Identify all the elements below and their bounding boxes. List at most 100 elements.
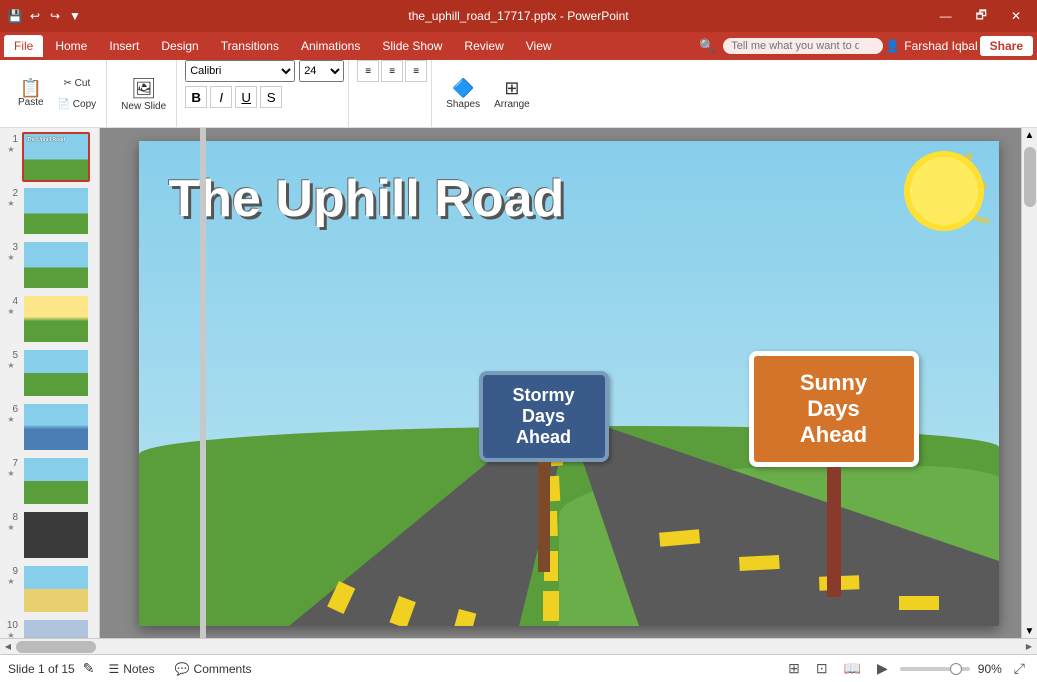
toolbar: 📋 Paste ✂ Cut 📄 Copy 🖼 New Slide Calibri… (0, 60, 1037, 128)
scroll-down-button[interactable]: ▼ (1023, 624, 1037, 638)
save-icon[interactable]: 💾 (8, 9, 22, 23)
scroll-right-button[interactable]: ▶ (1021, 639, 1037, 654)
minimize-button[interactable]: — (932, 7, 960, 25)
slide-thumbnail-3[interactable] (22, 240, 90, 290)
comments-icon: 💬 (175, 662, 190, 676)
search-input[interactable] (723, 38, 883, 54)
window-controls: — 🗗 ✕ (932, 4, 1029, 29)
title-bar: 💾 ↩ ↪ ▼ the_uphill_road_17717.pptx - Pow… (0, 0, 1037, 32)
ribbon-search-area: 🔍 (699, 38, 883, 54)
slide-thumbnail-8[interactable] (22, 510, 90, 560)
copy-button[interactable]: 📄 Copy (52, 95, 103, 114)
slide-number-1: 1 (4, 132, 18, 145)
notes-icon: ☰ (108, 662, 119, 676)
restore-button[interactable]: 🗗 (968, 4, 995, 29)
sunny-sign-pole (827, 467, 841, 597)
slide-thumb-1[interactable]: 1 ★ The Uphill Road (4, 132, 95, 182)
slide-thumbnail-7[interactable] (22, 456, 90, 506)
notes-label: Notes (123, 662, 154, 676)
italic-button[interactable]: I (210, 86, 232, 108)
strikethrough-button[interactable]: S (260, 86, 282, 108)
slide-thumbnail-5[interactable] (22, 348, 90, 398)
tab-transitions[interactable]: Transitions (211, 35, 289, 57)
vertical-scrollbar[interactable]: ▲ ▼ (1021, 128, 1037, 638)
toolbar-slides: 🖼 New Slide (111, 60, 177, 127)
sunny-sign: Sunny Days Ahead (749, 351, 919, 597)
bold-button[interactable]: B (185, 86, 207, 108)
slide-thumb-10[interactable]: 10 ★ (4, 618, 95, 638)
status-right: ⊞ ⊡ 📖 ▶ 90% ⤢ (784, 658, 1029, 679)
slide-thumb-3[interactable]: 3 ★ (4, 240, 95, 290)
font-size-select[interactable]: 24 (299, 60, 344, 82)
shapes-button[interactable]: 🔷 Shapes (440, 74, 486, 114)
comments-button[interactable]: 💬 Comments (169, 660, 258, 678)
slide-canvas[interactable]: Stormy Days Ahead Sunny Days Ahead The U… (139, 141, 999, 626)
underline-button[interactable]: U (235, 86, 257, 108)
undo-icon[interactable]: ↩ (28, 9, 42, 23)
slide-thumbnail-6[interactable] (22, 402, 90, 452)
new-slide-button[interactable]: 🖼 New Slide (115, 72, 172, 116)
cut-button[interactable]: ✂ Cut (52, 74, 103, 93)
tab-animations[interactable]: Animations (291, 35, 370, 57)
share-button[interactable]: Share (980, 36, 1033, 56)
scroll-left-button[interactable]: ◀ (0, 639, 16, 654)
tab-home[interactable]: Home (45, 35, 97, 57)
window-title: the_uphill_road_17717.pptx - PowerPoint (408, 9, 628, 23)
title-bar-left: 💾 ↩ ↪ ▼ (8, 9, 82, 23)
slide-thumb-6[interactable]: 6 ★ (4, 402, 95, 452)
tab-review[interactable]: Review (454, 35, 513, 57)
align-right-button[interactable]: ≡ (405, 60, 427, 82)
stormy-sign-pole (538, 462, 550, 572)
toolbar-drawing: 🔷 Shapes ⊞ Arrange (436, 60, 540, 127)
horizontal-scrollbar: ◀ ▶ (0, 638, 1037, 654)
customize-icon[interactable]: ▼ (68, 9, 82, 23)
slide-panel[interactable]: 1 ★ The Uphill Road 2 ★ 3 ★ (0, 128, 100, 638)
toolbar-clipboard: 📋 Paste ✂ Cut 📄 Copy (8, 60, 107, 127)
user-section[interactable]: 👤 Farshad Iqbal (885, 39, 977, 53)
toolbar-font: Calibri 24 B I U S (181, 60, 349, 127)
scroll-thumb[interactable] (1024, 147, 1036, 207)
slide-sorter-button[interactable]: ⊡ (812, 658, 832, 679)
tab-file[interactable]: File (4, 35, 43, 57)
tab-slideshow[interactable]: Slide Show (372, 35, 452, 57)
slide-count-label: Slide 1 of 15 (8, 662, 75, 676)
tab-view[interactable]: View (516, 35, 562, 57)
normal-view-button[interactable]: ⊞ (784, 658, 804, 679)
status-bar: Slide 1 of 15 ✎ ☰ Notes 💬 Comments ⊞ ⊡ 📖… (0, 654, 1037, 682)
fit-slide-button[interactable]: ⤢ (1010, 658, 1029, 679)
slide-thumbnail-4[interactable] (22, 294, 90, 344)
slide-thumb-2[interactable]: 2 ★ (4, 186, 95, 236)
slide-thumbnail-2[interactable] (22, 186, 90, 236)
font-family-select[interactable]: Calibri (185, 60, 295, 82)
zoom-thumb[interactable] (950, 663, 962, 675)
arrange-button[interactable]: ⊞ Arrange (488, 74, 536, 114)
close-button[interactable]: ✕ (1003, 7, 1029, 25)
tab-design[interactable]: Design (151, 35, 208, 57)
scroll-track-h (16, 639, 1021, 654)
scroll-up-button[interactable]: ▲ (1023, 128, 1037, 142)
reading-view-button[interactable]: 📖 (840, 658, 865, 679)
align-center-button[interactable]: ≡ (381, 60, 403, 82)
slide-thumbnail-10[interactable] (22, 618, 90, 638)
slide-thumb-7[interactable]: 7 ★ (4, 456, 95, 506)
redo-icon[interactable]: ↪ (48, 9, 62, 23)
status-left: Slide 1 of 15 ✎ (8, 660, 94, 677)
slide-thumbnail-1[interactable]: The Uphill Road (22, 132, 90, 182)
slideshow-button[interactable]: ▶ (873, 658, 892, 679)
notes-button[interactable]: ☰ Notes (102, 660, 160, 678)
slide-thumbnail-9[interactable] (22, 564, 90, 614)
scroll-thumb-h[interactable] (16, 641, 96, 653)
panel-resize-handle[interactable] (200, 128, 206, 638)
tab-insert[interactable]: Insert (99, 35, 149, 57)
sunny-sign-board: Sunny Days Ahead (749, 351, 919, 467)
paste-button[interactable]: 📋 Paste (12, 75, 50, 112)
align-left-button[interactable]: ≡ (357, 60, 379, 82)
toolbar-paragraph: ≡ ≡ ≡ (353, 60, 432, 127)
slide-thumb-8[interactable]: 8 ★ (4, 510, 95, 560)
slide-thumb-5[interactable]: 5 ★ (4, 348, 95, 398)
status-edit-icon[interactable]: ✎ (83, 660, 95, 677)
zoom-slider[interactable] (900, 667, 970, 671)
comments-label: Comments (194, 662, 252, 676)
slide-thumb-4[interactable]: 4 ★ (4, 294, 95, 344)
slide-thumb-9[interactable]: 9 ★ (4, 564, 95, 614)
